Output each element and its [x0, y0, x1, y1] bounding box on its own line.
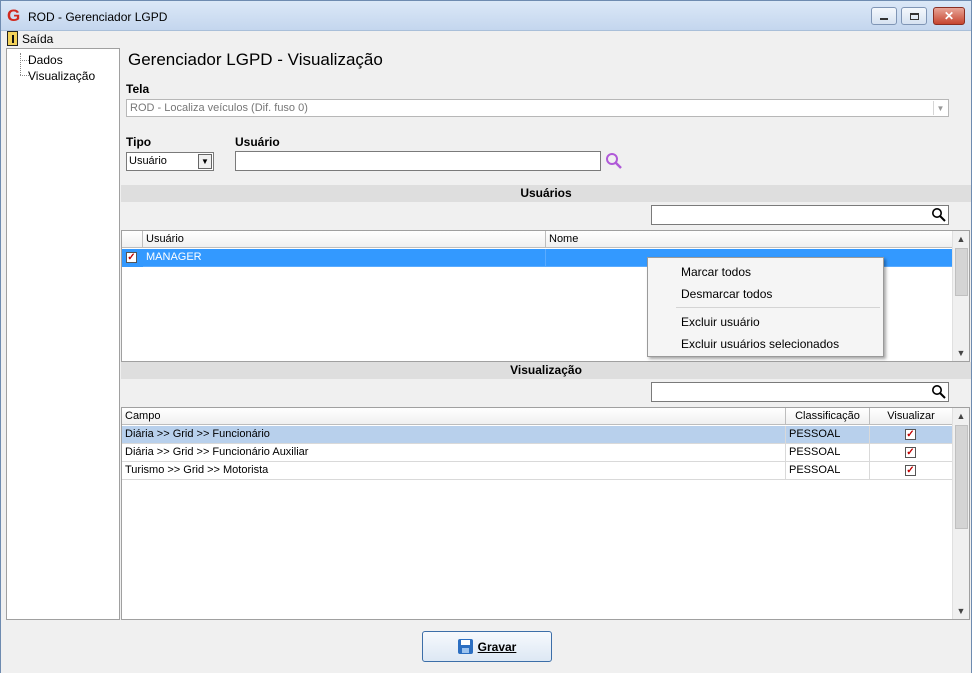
- users-scrollbar[interactable]: ▲ ▼: [952, 231, 969, 361]
- usuario-label: Usuário: [235, 135, 280, 149]
- page-title: Gerenciador LGPD - Visualização: [128, 50, 383, 69]
- minimize-icon: [880, 18, 888, 20]
- users-grid-check-header: [122, 231, 143, 248]
- main-window: G ROD - Gerenciador LGPD ✕ Saída Dados V…: [0, 0, 972, 673]
- maximize-button[interactable]: [901, 7, 927, 25]
- users-col-usuario[interactable]: Usuário: [143, 231, 546, 248]
- menu-item-desmarcar-todos[interactable]: Desmarcar todos: [681, 287, 772, 301]
- save-button[interactable]: Gravar: [422, 631, 552, 662]
- maximize-icon: [909, 12, 919, 20]
- tipo-label: Tipo: [126, 135, 152, 149]
- row-checkbox[interactable]: ✓: [126, 252, 137, 263]
- exit-door-icon[interactable]: [7, 31, 18, 46]
- visualizar-checkbox[interactable]: ✓: [905, 429, 916, 440]
- save-button-label: Gravar: [477, 639, 517, 654]
- menu-separator: [676, 307, 880, 308]
- view-scrollbar[interactable]: ▲ ▼: [952, 408, 969, 619]
- magnifier-icon[interactable]: [931, 207, 947, 223]
- navigation-tree: Dados Visualização: [6, 48, 120, 620]
- menu-bar: Saída: [1, 31, 971, 47]
- visualizar-cell: ✓: [870, 426, 953, 444]
- campo-cell: Turismo >> Grid >> Motorista: [122, 462, 786, 480]
- window-title: ROD - Gerenciador LGPD: [28, 10, 168, 24]
- magnifier-icon[interactable]: [931, 384, 947, 400]
- classificacao-cell: PESSOAL: [786, 462, 870, 480]
- table-row[interactable]: Diária >> Grid >> Funcionário PESSOAL ✓: [122, 426, 953, 444]
- table-row[interactable]: Diária >> Grid >> Funcionário Auxiliar P…: [122, 444, 953, 462]
- chevron-down-icon[interactable]: ▼: [198, 154, 212, 169]
- visualizar-cell: ✓: [870, 462, 953, 480]
- users-filter-input[interactable]: [651, 205, 949, 225]
- user-search-magnifier-icon[interactable]: [605, 152, 623, 170]
- usuario-input[interactable]: [235, 151, 601, 171]
- tela-select-value: ROD - Localiza veículos (Dif. fuso 0): [130, 102, 308, 114]
- classificacao-cell: PESSOAL: [786, 444, 870, 462]
- classificacao-cell: PESSOAL: [786, 426, 870, 444]
- users-section-header: Usuários: [121, 185, 971, 202]
- visualizar-cell: ✓: [870, 444, 953, 462]
- tree-connector: [20, 53, 21, 75]
- scroll-thumb[interactable]: [955, 425, 968, 529]
- minimize-button[interactable]: [871, 7, 897, 25]
- menu-item-marcar-todos[interactable]: Marcar todos: [681, 265, 751, 279]
- scroll-down-icon[interactable]: ▼: [953, 603, 969, 619]
- view-col-classificacao[interactable]: Classificação: [786, 408, 870, 425]
- table-row[interactable]: Turismo >> Grid >> Motorista PESSOAL ✓: [122, 462, 953, 480]
- tela-label: Tela: [126, 82, 150, 96]
- tipo-select[interactable]: Usuário ▼: [126, 152, 214, 171]
- footer-bar: Gravar: [1, 621, 971, 673]
- floppy-disk-icon: [457, 639, 473, 654]
- visualizar-checkbox[interactable]: ✓: [905, 465, 916, 476]
- view-col-visualizar[interactable]: Visualizar: [870, 408, 953, 425]
- campo-cell: Diária >> Grid >> Funcionário Auxiliar: [122, 444, 786, 462]
- close-icon: ✕: [943, 9, 955, 23]
- tipo-select-value: Usuário: [129, 155, 167, 167]
- view-section-header: Visualização: [121, 362, 971, 379]
- menu-exit[interactable]: Saída: [22, 32, 53, 46]
- view-col-campo[interactable]: Campo: [122, 408, 786, 425]
- scroll-thumb[interactable]: [955, 248, 968, 296]
- tree-item-dados[interactable]: Dados: [28, 53, 63, 67]
- close-button[interactable]: ✕: [933, 7, 965, 25]
- visualizar-checkbox[interactable]: ✓: [905, 447, 916, 458]
- scroll-up-icon[interactable]: ▲: [953, 408, 969, 424]
- campo-cell: Diária >> Grid >> Funcionário: [122, 426, 786, 444]
- scroll-down-icon[interactable]: ▼: [953, 345, 969, 361]
- title-bar: G ROD - Gerenciador LGPD ✕: [1, 1, 971, 31]
- menu-item-excluir-usuario[interactable]: Excluir usuário: [681, 315, 760, 329]
- context-menu: Marcar todos Desmarcar todos Excluir usu…: [647, 257, 884, 357]
- scroll-up-icon[interactable]: ▲: [953, 231, 969, 247]
- chevron-down-icon: ▼: [933, 101, 947, 115]
- app-logo-icon: G: [7, 6, 21, 25]
- view-grid: Campo Classificação Visualizar Diária >>…: [121, 407, 970, 620]
- tree-item-visualizacao[interactable]: Visualização: [28, 69, 95, 83]
- tela-select: ROD - Localiza veículos (Dif. fuso 0) ▼: [126, 99, 949, 117]
- user-usuario-cell: MANAGER: [143, 249, 546, 267]
- users-col-nome[interactable]: Nome: [546, 231, 953, 248]
- menu-item-excluir-selecionados[interactable]: Excluir usuários selecionados: [681, 337, 839, 351]
- view-filter-input[interactable]: [651, 382, 949, 402]
